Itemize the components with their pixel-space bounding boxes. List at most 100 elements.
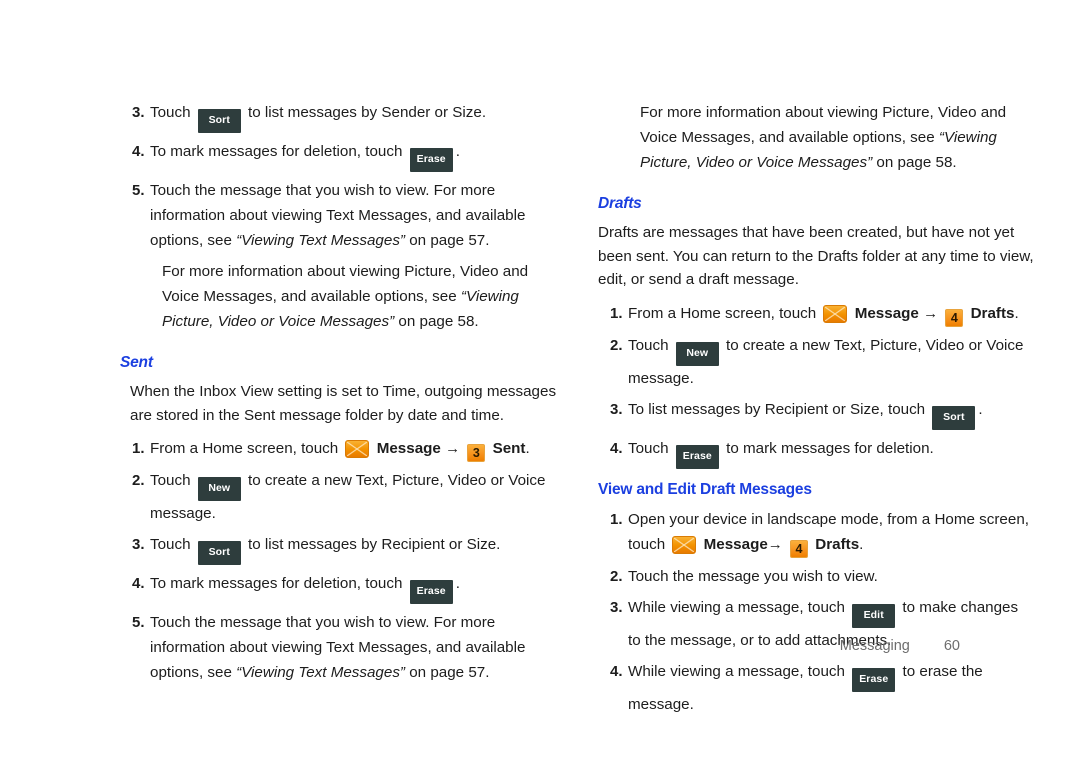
erase-key-button[interactable]: Erase — [675, 444, 719, 469]
note-line-2-pre: Voice Messages, and available options, s… — [162, 288, 457, 305]
step-text-post: to make changes — [902, 598, 1019, 616]
list-item: 2. Touch New to create a new Text, Pictu… — [120, 468, 560, 526]
step-text: Touch New to create a new Text, Picture,… — [628, 333, 1038, 391]
step-number: 1. — [610, 304, 623, 322]
envelope-icon[interactable] — [345, 440, 370, 459]
drafts-menu-label: Drafts — [970, 304, 1015, 322]
step-text-post: . — [978, 400, 983, 418]
step-text-post: to erase the — [902, 662, 983, 680]
step-text: Touch Sort to list messages by Recipient… — [150, 532, 560, 566]
list-item: 1. From a Home screen, touch Message → 4… — [598, 301, 1038, 327]
sent-intro-line-1: When the Inbox View setting is set to Ti… — [130, 383, 557, 401]
step-text-post: to create a new Text, Picture, Video or … — [726, 336, 1024, 354]
step-text: While viewing a message, touch Erase to … — [628, 659, 1038, 717]
sent-intro-line-2: are stored in the Sent message folder by… — [130, 406, 504, 424]
step-text-pre: To mark messages for deletion, touch — [150, 575, 403, 593]
right-top-note: For more information about viewing Pictu… — [640, 100, 1038, 175]
menu-number-badge[interactable]: 4 — [945, 308, 964, 327]
step-text: To mark messages for deletion, touch Era… — [150, 571, 560, 605]
list-item: 4. While viewing a message, touch Erase … — [598, 659, 1038, 717]
left-top-note: For more information about viewing Pictu… — [162, 259, 560, 334]
right-column: For more information about viewing Pictu… — [598, 100, 1038, 723]
arrow-right-icon: → — [923, 304, 939, 322]
note-line-3-italic: Picture, Video or Voice Messages” — [162, 313, 395, 330]
step-text-post: . — [455, 575, 460, 593]
step-text: To list messages by Recipient or Size, t… — [628, 397, 1038, 430]
step-text: Touch Sort to list messages by Sender or… — [150, 100, 560, 133]
cross-reference-title: “Viewing Text Messages” — [236, 664, 405, 682]
note-line-3-post: on page 58. — [876, 154, 957, 171]
envelope-icon[interactable] — [823, 304, 848, 323]
erase-key-button[interactable]: Erase — [409, 148, 453, 172]
page-footer: Messaging 60 — [600, 638, 960, 654]
step-number: 4. — [132, 575, 145, 593]
step-number: 3. — [132, 104, 145, 121]
step-line-2: information about viewing Text Messages,… — [150, 639, 526, 657]
sort-key-button[interactable]: Sort — [932, 405, 976, 430]
new-key-button[interactable]: New — [675, 341, 719, 366]
heading-view-and-edit-draft-messages: View and Edit Draft Messages — [598, 480, 812, 498]
step-number: 3. — [132, 536, 145, 554]
erase-key-button[interactable]: Erase — [409, 580, 453, 605]
step-text-continued: message. — [150, 505, 216, 523]
left-top-step-list: 3. Touch Sort to list messages by Sender… — [120, 100, 560, 253]
list-item: 5. Touch the message that you wish to vi… — [120, 610, 560, 685]
list-item: 3. Touch Sort to list messages by Sender… — [120, 100, 560, 133]
menu-number-badge[interactable]: 3 — [467, 444, 486, 463]
step-text-pre: To mark messages for deletion, touch — [150, 143, 403, 160]
step-line-1: Touch the message that you wish to view.… — [150, 182, 496, 199]
step-text-pre: From a Home screen, touch — [150, 440, 339, 458]
step-line-3-pre: options, see — [150, 664, 232, 682]
step-number: 4. — [610, 439, 623, 457]
step-number: 3. — [610, 598, 623, 616]
step-number: 5. — [132, 182, 145, 199]
step-text-post: to mark messages for deletion. — [726, 439, 934, 457]
step-text: Touch Erase to mark messages for deletio… — [628, 436, 1038, 469]
two-column-body: 3. Touch Sort to list messages by Sender… — [0, 100, 1080, 723]
step-text-post: to list messages by Sender or Size. — [248, 104, 487, 121]
step-line-3-post: on page 57. — [409, 232, 490, 249]
message-app-label: Message — [854, 304, 919, 322]
sort-key-button[interactable]: Sort — [197, 109, 241, 133]
step-number: 5. — [132, 614, 145, 632]
step-line-3-post: on page 57. — [409, 664, 490, 682]
view-edit-step-list: 1. Open your device in landscape mode, f… — [598, 507, 1038, 717]
step-text-post: . — [455, 143, 460, 160]
step-text: Touch the message that you wish to view.… — [150, 610, 560, 685]
list-item: 2. Touch New to create a new Text, Pictu… — [598, 333, 1038, 391]
step-text-continued: message. — [628, 695, 694, 713]
step-text-post: . — [1014, 304, 1019, 322]
arrow-right-icon: → — [767, 535, 783, 553]
step-text: To mark messages for deletion, touch Era… — [150, 139, 560, 172]
step-number: 2. — [610, 567, 623, 585]
list-item: 4. Touch Erase to mark messages for dele… — [598, 436, 1038, 469]
step-text: Touch New to create a new Text, Picture,… — [150, 468, 560, 526]
heading-sent: Sent — [120, 354, 153, 371]
sort-key-button[interactable]: Sort — [197, 541, 241, 566]
drafts-step-list: 1. From a Home screen, touch Message → 4… — [598, 301, 1038, 469]
step-number: 4. — [132, 143, 145, 160]
step-text: Open your device in landscape mode, from… — [628, 507, 1038, 558]
envelope-icon[interactable] — [672, 535, 697, 554]
list-item: 1. Open your device in landscape mode, f… — [598, 507, 1038, 558]
drafts-intro-paragraph: Drafts are messages that have been creat… — [598, 221, 1038, 292]
note-line-2-pre: Voice Messages, and available options, s… — [640, 129, 935, 146]
list-item: 1. From a Home screen, touch Message → 3… — [120, 436, 560, 463]
step-line-3-pre: options, see — [150, 232, 232, 249]
step-text-pre: From a Home screen, touch — [628, 304, 817, 322]
step-text-pre: touch — [628, 535, 666, 553]
step-text-post: . — [525, 440, 530, 458]
left-column: 3. Touch Sort to list messages by Sender… — [120, 100, 560, 723]
step-number: 2. — [132, 472, 145, 490]
step-text-continued: message. — [628, 369, 694, 387]
erase-key-button[interactable]: Erase — [852, 667, 896, 692]
message-app-label: Message — [703, 535, 768, 553]
new-key-button[interactable]: New — [197, 477, 241, 502]
list-item: 3. Touch Sort to list messages by Recipi… — [120, 532, 560, 566]
step-text-pre: While viewing a message, touch — [628, 662, 845, 680]
edit-key-button[interactable]: Edit — [852, 603, 896, 628]
menu-number-badge[interactable]: 4 — [790, 539, 809, 558]
note-line-1: For more information about viewing Pictu… — [640, 104, 1007, 121]
sent-step-list: 1. From a Home screen, touch Message → 3… — [120, 436, 560, 685]
step-text-pre: While viewing a message, touch — [628, 598, 845, 616]
